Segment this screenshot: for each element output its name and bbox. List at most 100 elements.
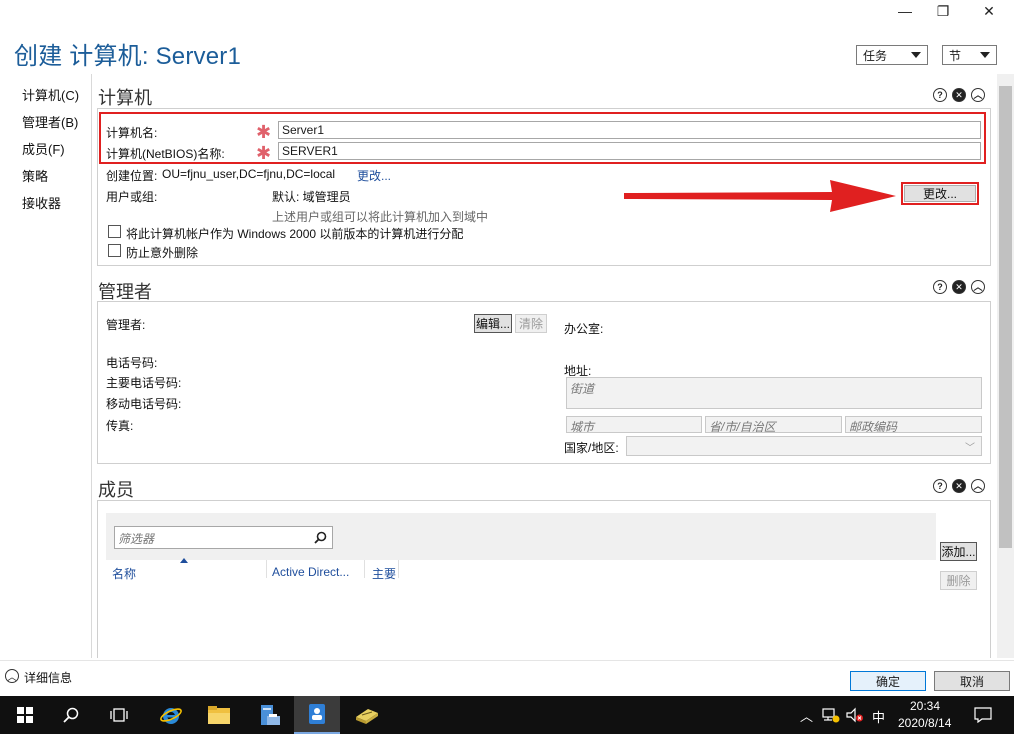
chevron-down-icon	[980, 52, 990, 58]
phone-label: 电话号码:	[106, 356, 158, 370]
windows-logo-icon	[17, 707, 33, 723]
members-add-button[interactable]: 添加...	[940, 542, 977, 561]
close-icon[interactable]: ✕	[952, 280, 966, 294]
details-label[interactable]: 详细信息	[24, 669, 72, 686]
fax-label: 传真:	[106, 419, 134, 433]
computer-name-label: 计算机名:	[106, 126, 158, 140]
column-header-primary[interactable]: 主要	[372, 565, 396, 582]
collapse-icon[interactable]: ︿	[971, 479, 985, 493]
computer-name-field[interactable]: Server1	[278, 121, 981, 139]
column-header-ad[interactable]: Active Direct...	[272, 565, 349, 579]
column-divider	[364, 560, 365, 578]
computer-section-title: 计算机	[98, 88, 152, 108]
ok-button[interactable]: 确定	[850, 671, 926, 691]
taskbar-ad-admin-center[interactable]	[294, 696, 340, 734]
taskbar-ie[interactable]	[148, 696, 194, 734]
main-content: 计算机 ? ✕ ︿ 计算机名: ✱ Server1 计算机(NetBIOS)名称…	[92, 74, 995, 658]
country-label: 国家/地区:	[564, 441, 619, 455]
search-icon	[63, 707, 79, 723]
ime-indicator[interactable]: 中	[872, 707, 885, 726]
members-filter-input[interactable]: 筛选器	[114, 526, 333, 549]
search-button[interactable]	[48, 696, 94, 734]
nav-item-silo[interactable]: 接收器	[22, 193, 61, 212]
task-view-button[interactable]	[96, 696, 142, 734]
task-view-icon	[110, 708, 128, 722]
computer-section-controls: ? ✕ ︿	[933, 88, 985, 102]
required-icon: ✱	[256, 122, 272, 142]
taskbar-tool[interactable]	[344, 696, 390, 734]
pre2000-checkbox[interactable]	[108, 225, 121, 238]
street-field[interactable]: 街道	[566, 377, 982, 409]
dialog-footer: ︿ 详细信息 确定 取消	[0, 660, 1014, 696]
manager-section-controls: ? ✕ ︿	[933, 280, 985, 294]
members-section-controls: ? ✕ ︿	[933, 479, 985, 493]
manager-edit-button[interactable]: 编辑...	[474, 314, 512, 333]
protect-checkbox[interactable]	[108, 244, 121, 257]
country-select[interactable]: ﹀	[626, 436, 982, 456]
usergroup-label: 用户或组:	[106, 190, 158, 204]
nav-item-computer[interactable]: 计算机(C)	[22, 85, 79, 104]
netbios-name-label: 计算机(NetBIOS)名称:	[106, 147, 225, 161]
collapse-icon[interactable]: ︿	[971, 88, 985, 102]
office-label: 办公室:	[564, 322, 604, 336]
location-label: 创建位置:	[106, 169, 158, 183]
members-remove-button[interactable]: 删除	[940, 571, 977, 590]
close-icon[interactable]: ✕	[952, 479, 966, 493]
state-field[interactable]: 省/市/自治区	[705, 416, 842, 434]
help-icon[interactable]: ?	[933, 88, 947, 102]
help-icon[interactable]: ?	[933, 280, 947, 294]
main-phone-label: 主要电话号码:	[106, 376, 182, 390]
clock-date[interactable]: 2020/8/14	[898, 716, 951, 730]
manager-clear-button[interactable]: 清除	[515, 314, 547, 333]
section-nav: 计算机(C) 管理者(B) 成员(F) 策略 接收器	[0, 74, 92, 658]
folder-icon	[208, 706, 230, 724]
ad-admin-center-icon	[309, 704, 325, 724]
sections-dropdown[interactable]: 节	[942, 45, 997, 65]
city-field[interactable]: 城市	[566, 416, 702, 434]
arrow-annotation-icon	[624, 180, 896, 212]
column-header-name[interactable]: 名称	[112, 565, 136, 582]
cancel-button[interactable]: 取消	[934, 671, 1010, 691]
netbios-name-field[interactable]: SERVER1	[278, 142, 981, 160]
chevron-down-icon: ﹀	[965, 443, 975, 454]
location-value: OU=fjnu_user,DC=fjnu,DC=local	[162, 167, 336, 181]
column-divider	[266, 560, 267, 578]
taskbar-explorer[interactable]	[196, 696, 242, 734]
members-table	[106, 560, 936, 658]
clock-time[interactable]: 20:34	[910, 699, 940, 713]
tasks-dropdown[interactable]: 任务	[856, 45, 928, 65]
pre2000-label: 将此计算机帐户作为 Windows 2000 以前版本的计算机进行分配	[126, 227, 464, 241]
mobile-phone-label: 移动电话号码:	[106, 397, 182, 411]
notifications-icon[interactable]	[974, 707, 992, 723]
zip-field[interactable]: 邮政编码	[845, 416, 982, 434]
sort-ascending-icon	[180, 558, 188, 563]
taskbar: ︿ 中 20:34 2020/8/14	[0, 696, 1014, 734]
network-icon[interactable]	[822, 707, 840, 723]
nav-item-members[interactable]: 成员(F)	[22, 139, 65, 158]
usergroup-change-button[interactable]: 更改...	[904, 185, 976, 202]
members-section-title: 成员	[98, 480, 134, 500]
location-change-link[interactable]: 更改...	[357, 167, 391, 184]
search-icon[interactable]	[314, 531, 327, 544]
tray-overflow-icon[interactable]: ︿	[800, 706, 813, 725]
usergroup-value: 默认: 域管理员	[272, 190, 351, 204]
filter-placeholder: 筛选器	[118, 532, 155, 546]
scrollbar-thumb[interactable]	[999, 86, 1012, 548]
collapse-icon[interactable]: ︿	[971, 280, 985, 294]
usergroup-hint: 上述用户或组可以将此计算机加入到域中	[272, 210, 489, 224]
sections-label: 节	[949, 48, 962, 63]
start-button[interactable]	[2, 696, 48, 734]
page-title: 创建 计算机: Server1	[14, 43, 242, 70]
close-icon[interactable]: ✕	[952, 88, 966, 102]
restore-button[interactable]: ❐	[920, 0, 966, 22]
vertical-scrollbar[interactable]	[997, 74, 1014, 658]
close-window-button[interactable]: ✕	[966, 0, 1012, 22]
nav-item-manager[interactable]: 管理者(B)	[22, 112, 78, 131]
taskbar-server-manager[interactable]	[246, 696, 292, 734]
nav-item-policy[interactable]: 策略	[22, 166, 48, 185]
chevron-down-icon	[911, 52, 921, 58]
help-icon[interactable]: ?	[933, 479, 947, 493]
expand-details-icon[interactable]: ︿	[5, 669, 19, 683]
volume-muted-icon[interactable]	[846, 707, 864, 723]
database-tool-icon	[356, 709, 378, 724]
